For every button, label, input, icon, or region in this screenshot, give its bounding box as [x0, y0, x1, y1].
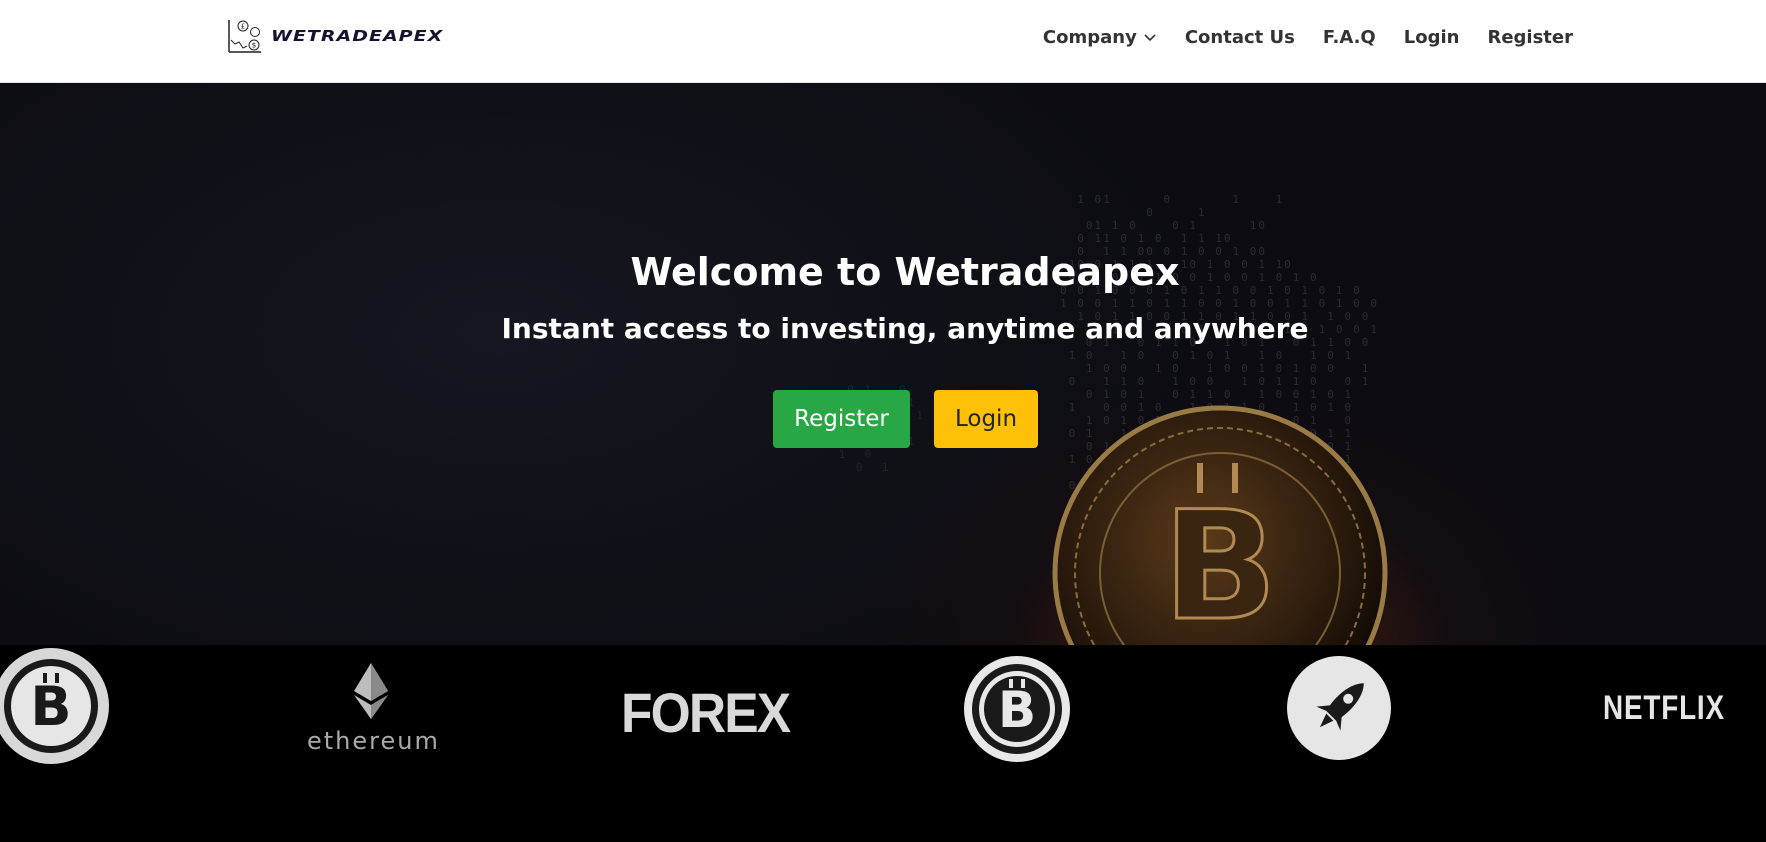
brand-name: WETRADEAPEX	[271, 27, 444, 45]
svg-text:B: B	[30, 675, 71, 738]
brand-logo[interactable]: £ $ WETRADEAPEX	[227, 18, 443, 54]
svg-text:B: B	[1163, 480, 1277, 645]
bitcoin-cash-icon: B	[0, 648, 109, 764]
hero-login-button[interactable]: Login	[934, 390, 1038, 448]
nav-company-label: Company	[1042, 27, 1137, 48]
rocket-icon	[1287, 656, 1391, 760]
ethereum-diamond-icon	[354, 663, 388, 719]
hero-register-button[interactable]: Register	[773, 390, 910, 448]
nav-faq-link[interactable]: F.A.Q	[1309, 27, 1390, 48]
netflix-logo: NETFLIX	[1603, 689, 1725, 727]
hero-subtitle: Instant access to investing, anytime and…	[501, 312, 1309, 345]
navbar: £ $ WETRADEAPEX Company Contact Us F.A.Q…	[0, 0, 1766, 83]
nav-contact-link[interactable]: Contact Us	[1171, 27, 1309, 48]
hero-section: 1 01 0 1 1 0 1 01 1 0 0 1 10 0 11 0 1 0 …	[0, 83, 1766, 645]
bitcoin-icon: B	[964, 656, 1070, 762]
ethereum-logo-text: ethereum	[307, 727, 440, 755]
hero-title: Welcome to Wetradeapex	[630, 250, 1180, 294]
svg-text:B: B	[998, 681, 1036, 739]
nav-company-dropdown[interactable]: Company	[1029, 27, 1171, 48]
svg-text:£: £	[241, 23, 245, 31]
chevron-down-icon	[1144, 33, 1156, 41]
currency-chart-icon: £ $	[228, 20, 261, 53]
nav-register-link[interactable]: Register	[1473, 27, 1587, 48]
partner-logos-strip: B ethereum FOREX B NETFLIX	[0, 645, 1766, 842]
svg-text:$: $	[252, 42, 256, 50]
nav-login-link[interactable]: Login	[1390, 27, 1474, 48]
bitcoin-coin-icon: B	[1052, 405, 1388, 645]
nav-links: Company Contact Us F.A.Q Login Register	[1029, 0, 1587, 75]
forex-logo: FOREX	[621, 681, 791, 744]
